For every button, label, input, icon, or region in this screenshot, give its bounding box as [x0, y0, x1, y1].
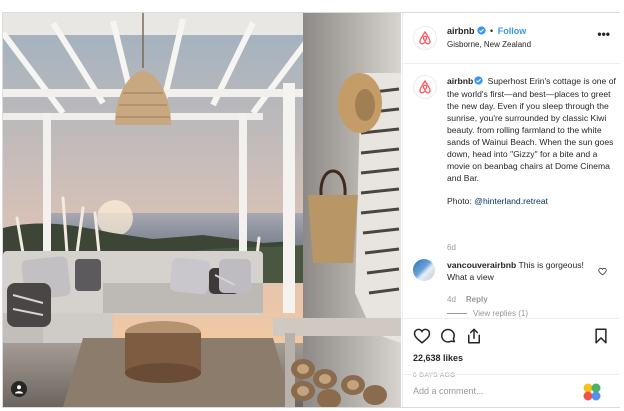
airbnb-logo-icon — [419, 30, 431, 45]
flower-logo-icon — [580, 380, 604, 409]
account-avatar[interactable] — [413, 26, 437, 50]
location-link[interactable]: Gisborne, New Zealand — [447, 40, 531, 49]
post-photo[interactable] — [3, 13, 401, 407]
verified-badge-icon — [476, 26, 486, 37]
cottage-porch-image — [3, 13, 401, 407]
comment-age[interactable]: 4d — [447, 295, 456, 304]
heart-icon[interactable] — [413, 327, 431, 350]
tagged-user-icon[interactable] — [11, 381, 27, 397]
view-replies-label: View replies (1) — [473, 309, 528, 318]
caption-account-link[interactable]: airbnb — [447, 76, 473, 86]
more-options-icon[interactable]: ••• — [597, 28, 610, 40]
replies-line — [447, 313, 467, 315]
comment-meta: 4d Reply — [447, 295, 488, 304]
add-comment-input[interactable]: Add a comment... — [413, 386, 484, 396]
caption-text: Superhost Erin's cottage is one of the w… — [447, 76, 616, 183]
comment-icon[interactable] — [439, 327, 457, 350]
share-icon[interactable] — [465, 327, 483, 350]
follow-button[interactable]: Follow — [498, 26, 527, 36]
likes-count[interactable]: 22,638 likes — [413, 353, 463, 363]
view-replies-link[interactable]: View replies (1) — [447, 309, 528, 318]
caption-avatar[interactable] — [413, 75, 437, 99]
post-header: airbnb • Follow Gisborne, New Zealand ••… — [403, 13, 620, 64]
small-heart-icon[interactable] — [598, 263, 607, 281]
photo-credit-mention[interactable]: @hinterland.retreat — [474, 196, 548, 206]
post-side-panel: airbnb • Follow Gisborne, New Zealand ••… — [402, 13, 620, 407]
post-account-row: airbnb • Follow — [447, 26, 526, 37]
account-name-link[interactable]: airbnb — [447, 26, 475, 36]
airbnb-logo-icon — [419, 79, 431, 94]
caption-text-block: airbnb Superhost Erin's cottage is one o… — [447, 75, 617, 207]
caption-age[interactable]: 6d — [447, 243, 456, 252]
bookmark-icon[interactable] — [592, 327, 610, 350]
comment-text-block: vancouverairbnb This is gorgeous! What a… — [447, 259, 597, 283]
instagram-post: airbnb • Follow Gisborne, New Zealand ••… — [2, 12, 620, 408]
reply-button[interactable]: Reply — [466, 295, 488, 304]
add-comment-bar: Add a comment... — [403, 374, 620, 408]
photo-credit: Photo: @hinterland.retreat — [447, 195, 617, 207]
verified-badge-icon — [474, 76, 483, 88]
commenter-name-link[interactable]: vancouverairbnb — [447, 260, 516, 270]
commenter-avatar[interactable] — [413, 259, 435, 281]
separator-dot: • — [490, 26, 494, 36]
photo-credit-prefix: Photo: — [447, 196, 475, 206]
